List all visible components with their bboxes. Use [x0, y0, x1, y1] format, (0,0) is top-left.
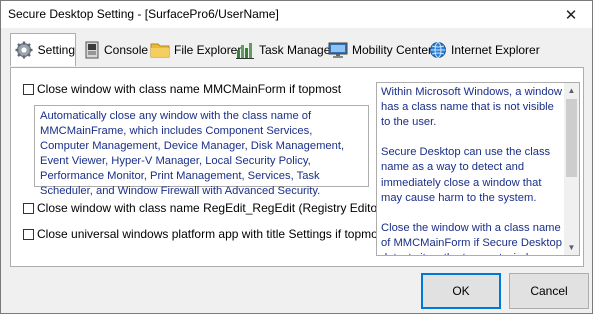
tab-internet-explorer[interactable]: Internet Explorer: [424, 36, 540, 63]
checkbox[interactable]: [23, 83, 34, 95]
info-paragraph: Secure Desktop can use the class name as…: [381, 146, 551, 204]
scroll-up-arrow-icon[interactable]: ▲: [564, 83, 579, 98]
title-bar: Secure Desktop Setting - [SurfacePro6/Us…: [1, 1, 592, 28]
console-icon: [84, 40, 100, 60]
tab-file-explorer[interactable]: File Explorer: [145, 36, 241, 63]
checkbox[interactable]: [23, 202, 34, 214]
settings-panel: Close window with class name MMCMainForm…: [10, 67, 584, 267]
window-title: Secure Desktop Setting - [SurfacePro6/Us…: [8, 7, 279, 21]
tab-setting[interactable]: Setting: [10, 33, 76, 66]
ok-button[interactable]: OK: [421, 273, 501, 309]
dialog-window: Secure Desktop Setting - [SurfacePro6/Us…: [0, 0, 593, 314]
info-paragraph: Close the window with a class name of MM…: [381, 221, 562, 255]
option-label: Close universal windows platform app wit…: [37, 227, 431, 241]
option-description: Automatically close any window with the …: [34, 105, 369, 197]
close-button[interactable]: ✕: [550, 1, 592, 28]
folder-icon: [150, 40, 170, 60]
tab-label: Mobility Center: [352, 42, 433, 57]
option-close-mmcmainform[interactable]: Close window with class name MMCMainForm…: [23, 82, 341, 96]
monitor-icon: [328, 40, 348, 60]
tab-task-manager[interactable]: Task Manager: [230, 36, 334, 63]
info-content: Within Microsoft Windows, a window has a…: [381, 85, 563, 255]
tab-label: Console: [104, 42, 149, 57]
scroll-thumb[interactable]: [566, 99, 577, 177]
vertical-scrollbar[interactable]: ▲ ▼: [564, 83, 579, 255]
cancel-button[interactable]: Cancel: [509, 273, 589, 309]
tab-label: Internet Explorer: [451, 42, 540, 57]
info-paragraph: Within Microsoft Windows, a window has a…: [381, 86, 562, 129]
globe-icon: [429, 40, 447, 60]
tab-mobility-center[interactable]: Mobility Center: [323, 36, 432, 63]
info-textbox[interactable]: Within Microsoft Windows, a window has a…: [376, 82, 580, 256]
tab-console[interactable]: Console: [79, 36, 149, 63]
tab-strip: Setting Console File Explorer Task Manag…: [1, 28, 592, 68]
bar-chart-icon: [235, 40, 255, 60]
tab-label: Setting: [37, 43, 75, 57]
gear-icon: [15, 40, 34, 60]
checkbox[interactable]: [23, 228, 34, 240]
option-label: Close window with class name MMCMainForm…: [37, 82, 342, 96]
scroll-down-arrow-icon[interactable]: ▼: [564, 240, 579, 255]
option-close-uwp-settings[interactable]: Close universal windows platform app wit…: [23, 227, 431, 241]
